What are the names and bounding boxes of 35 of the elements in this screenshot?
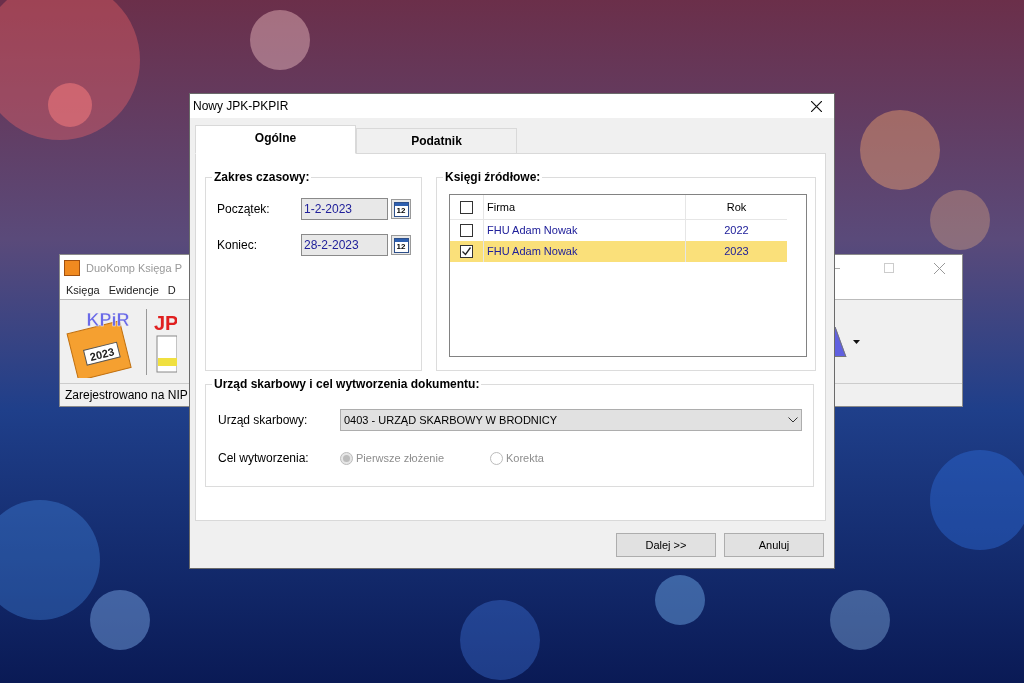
column-header[interactable]: Firma bbox=[484, 195, 686, 219]
status-text: Zarejestrowano na NIP bbox=[65, 387, 188, 404]
window-title: Nowy JPK-PKPIR bbox=[193, 98, 289, 115]
table-cell-text: 2022 bbox=[723, 223, 750, 238]
app-icon bbox=[64, 260, 80, 276]
field-label: Początek: bbox=[217, 201, 271, 218]
group-title: Księgi źródłowe: bbox=[443, 169, 543, 185]
close-icon[interactable] bbox=[811, 100, 822, 112]
field-label: Koniec: bbox=[217, 237, 259, 254]
dialog-button[interactable]: Anuluj bbox=[724, 533, 824, 557]
menu-item[interactable]: Ewidencje bbox=[108, 281, 159, 299]
calendar-button[interactable]: 12 bbox=[391, 199, 411, 219]
office-dropdown[interactable]: 0403 - URZĄD SKARBOWY W BRODNICY bbox=[340, 409, 802, 431]
table-cell-text: 2023 bbox=[723, 244, 750, 259]
date-field[interactable]: 1-2-2023 bbox=[301, 198, 388, 220]
field-label: Cel wytworzenia: bbox=[218, 450, 310, 467]
menu-item[interactable]: Księga bbox=[66, 281, 100, 299]
list-row[interactable]: FHU Adam Nowak 2023 bbox=[450, 241, 787, 262]
menu-item[interactable]: D bbox=[167, 281, 176, 299]
checkbox[interactable] bbox=[460, 224, 473, 237]
dropdown-caret-icon[interactable] bbox=[853, 339, 860, 344]
tab[interactable]: Ogólne bbox=[195, 125, 356, 154]
tab[interactable]: Podatnik bbox=[356, 128, 517, 154]
table-cell: FHU Adam Nowak bbox=[484, 241, 686, 262]
chevron-down-icon bbox=[788, 417, 798, 423]
column-header[interactable]: Rok bbox=[686, 194, 787, 220]
date-field[interactable]: 28-2-2023 bbox=[301, 234, 388, 256]
group-title: Urząd skarbowy i cel wytworzenia dokumentu: bbox=[212, 376, 482, 392]
checkbox[interactable] bbox=[460, 245, 473, 258]
field-label: Urząd skarbowy: bbox=[218, 412, 309, 429]
group-title: Zakres czasowy: bbox=[212, 169, 312, 185]
checkbox[interactable] bbox=[460, 200, 473, 214]
window-title: DuoKomp Księga P bbox=[86, 260, 182, 276]
calendar-button[interactable]: 12 bbox=[391, 235, 411, 255]
dialog-button[interactable]: Dalej >> bbox=[616, 533, 716, 557]
